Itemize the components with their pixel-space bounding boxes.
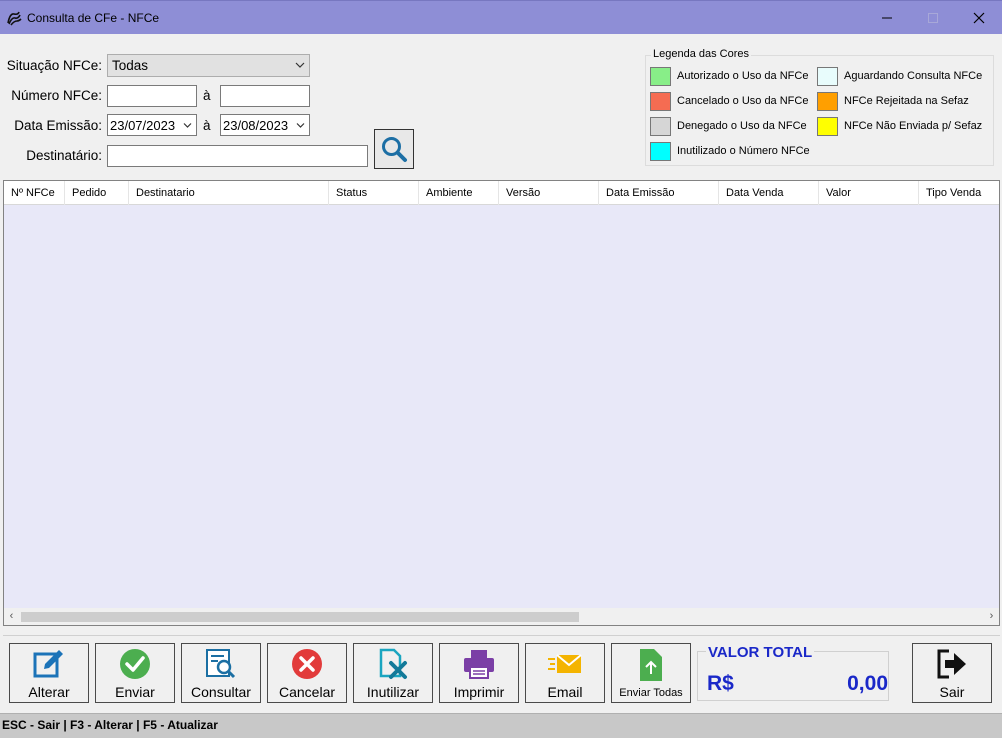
column-header-destinatario[interactable]: Destinatario: [129, 181, 329, 205]
document-upload-icon: [640, 649, 662, 681]
imprimir-button[interactable]: Imprimir: [439, 643, 519, 703]
edit-icon: [33, 650, 63, 678]
situacao-label: Situação NFCe:: [6, 58, 102, 73]
close-button[interactable]: [956, 1, 1002, 34]
enviar-todas-label: Enviar Todas: [619, 687, 683, 699]
scroll-left-icon[interactable]: ‹: [4, 609, 19, 624]
inutilizar-button[interactable]: Inutilizar: [353, 643, 433, 703]
color-swatch: [817, 67, 838, 86]
email-icon: [548, 654, 582, 673]
minimize-button[interactable]: [864, 1, 910, 34]
column-header-numero[interactable]: Nº NFCe: [4, 181, 65, 205]
situacao-value: Todas: [112, 58, 149, 73]
legend-label: Inutilizado o Número NFCe: [677, 145, 810, 157]
legend-title: Legenda das Cores: [651, 48, 752, 60]
numero-label: Número NFCe:: [11, 88, 102, 103]
email-label: Email: [547, 684, 583, 700]
inutilizar-label: Inutilizar: [366, 684, 420, 700]
legend-label: Denegado o Uso da NFCe: [677, 120, 807, 132]
document-delete-icon: [379, 648, 407, 679]
check-circle-icon: [120, 649, 150, 679]
destinatario-label: Destinatário:: [26, 148, 102, 163]
enviar-label: Enviar: [115, 684, 155, 700]
close-icon: [973, 12, 985, 23]
legend-label: Autorizado o Uso da NFCe: [677, 70, 809, 82]
color-swatch: [817, 117, 838, 136]
search-icon: [382, 137, 407, 162]
cancelar-button[interactable]: Cancelar: [267, 643, 347, 703]
data-from-value: 23/07/2023: [110, 118, 176, 133]
valor-total-title: VALOR TOTAL: [706, 644, 815, 661]
chevron-down-icon: [296, 123, 305, 128]
alterar-button[interactable]: Alterar: [9, 643, 89, 703]
title-bar: Consulta de CFe - NFCe: [0, 0, 1002, 34]
search-button[interactable]: [374, 129, 414, 169]
data-range-separator: à: [203, 118, 211, 133]
chevron-down-icon: [183, 123, 192, 128]
status-bar: ESC - Sair | F3 - Alterar | F5 - Atualiz…: [0, 713, 1002, 738]
data-to-picker[interactable]: 23/08/2023: [220, 114, 310, 136]
color-swatch: [650, 142, 671, 161]
printer-icon: [464, 650, 494, 679]
sair-label: Sair: [939, 684, 965, 700]
column-header-data-emissao[interactable]: Data Emissão: [599, 181, 719, 205]
column-header-valor[interactable]: Valor: [819, 181, 919, 205]
scrollbar-thumb[interactable]: [21, 612, 579, 622]
color-swatch: [817, 92, 838, 111]
column-header-versao[interactable]: Versão: [499, 181, 599, 205]
maximize-icon: [928, 12, 938, 23]
imprimir-label: Imprimir: [453, 684, 505, 700]
situacao-select[interactable]: Todas: [107, 54, 310, 77]
horizontal-scrollbar[interactable]: ‹ ›: [4, 608, 999, 625]
email-button[interactable]: Email: [525, 643, 605, 703]
legend-label: Cancelado o Uso da NFCe: [677, 95, 809, 107]
valor-total-currency: R$: [707, 672, 734, 695]
column-header-tipo-venda[interactable]: Tipo Venda: [919, 181, 999, 205]
cancel-circle-icon: [292, 649, 322, 679]
enviar-button[interactable]: Enviar: [95, 643, 175, 703]
enviar-todas-button[interactable]: Enviar Todas: [611, 643, 691, 703]
document-search-icon: [206, 649, 236, 679]
app-icon: [7, 11, 22, 26]
column-header-status[interactable]: Status: [329, 181, 419, 205]
consultar-button[interactable]: Consultar: [181, 643, 261, 703]
color-swatch: [650, 67, 671, 86]
consultar-label: Consultar: [191, 684, 251, 700]
legend-label: NFCe Rejeitada na Sefaz: [844, 95, 969, 107]
data-to-value: 23/08/2023: [223, 118, 289, 133]
data-from-picker[interactable]: 23/07/2023: [107, 114, 197, 136]
sair-button[interactable]: Sair: [912, 643, 992, 703]
valor-total-value: 0,00: [847, 672, 888, 695]
window-title: Consulta de CFe - NFCe: [27, 11, 160, 25]
color-swatch: [650, 117, 671, 136]
data-emissao-label: Data Emissão:: [14, 118, 102, 133]
column-header-pedido[interactable]: Pedido: [65, 181, 129, 205]
numero-range-separator: à: [203, 88, 211, 103]
color-swatch: [650, 92, 671, 111]
exit-icon: [937, 649, 966, 679]
column-header-data-venda[interactable]: Data Venda: [719, 181, 819, 205]
legend-label: NFCe Não Enviada p/ Sefaz: [844, 120, 983, 132]
destinatario-input[interactable]: [107, 145, 368, 167]
column-header-ambiente[interactable]: Ambiente: [419, 181, 499, 205]
chevron-down-icon: [295, 62, 305, 68]
scroll-right-icon[interactable]: ›: [984, 609, 999, 624]
legend-label: Aguardando Consulta NFCe: [844, 70, 983, 82]
nfce-grid[interactable]: Nº NFCe Pedido Destinatario Status Ambie…: [3, 180, 1000, 626]
alterar-label: Alterar: [28, 684, 70, 700]
grid-header: Nº NFCe Pedido Destinatario Status Ambie…: [4, 181, 999, 205]
minimize-icon: [882, 17, 892, 18]
cancelar-label: Cancelar: [278, 684, 336, 700]
numero-from-input[interactable]: [107, 85, 197, 107]
maximize-button: [910, 1, 956, 34]
numero-to-input[interactable]: [220, 85, 310, 107]
